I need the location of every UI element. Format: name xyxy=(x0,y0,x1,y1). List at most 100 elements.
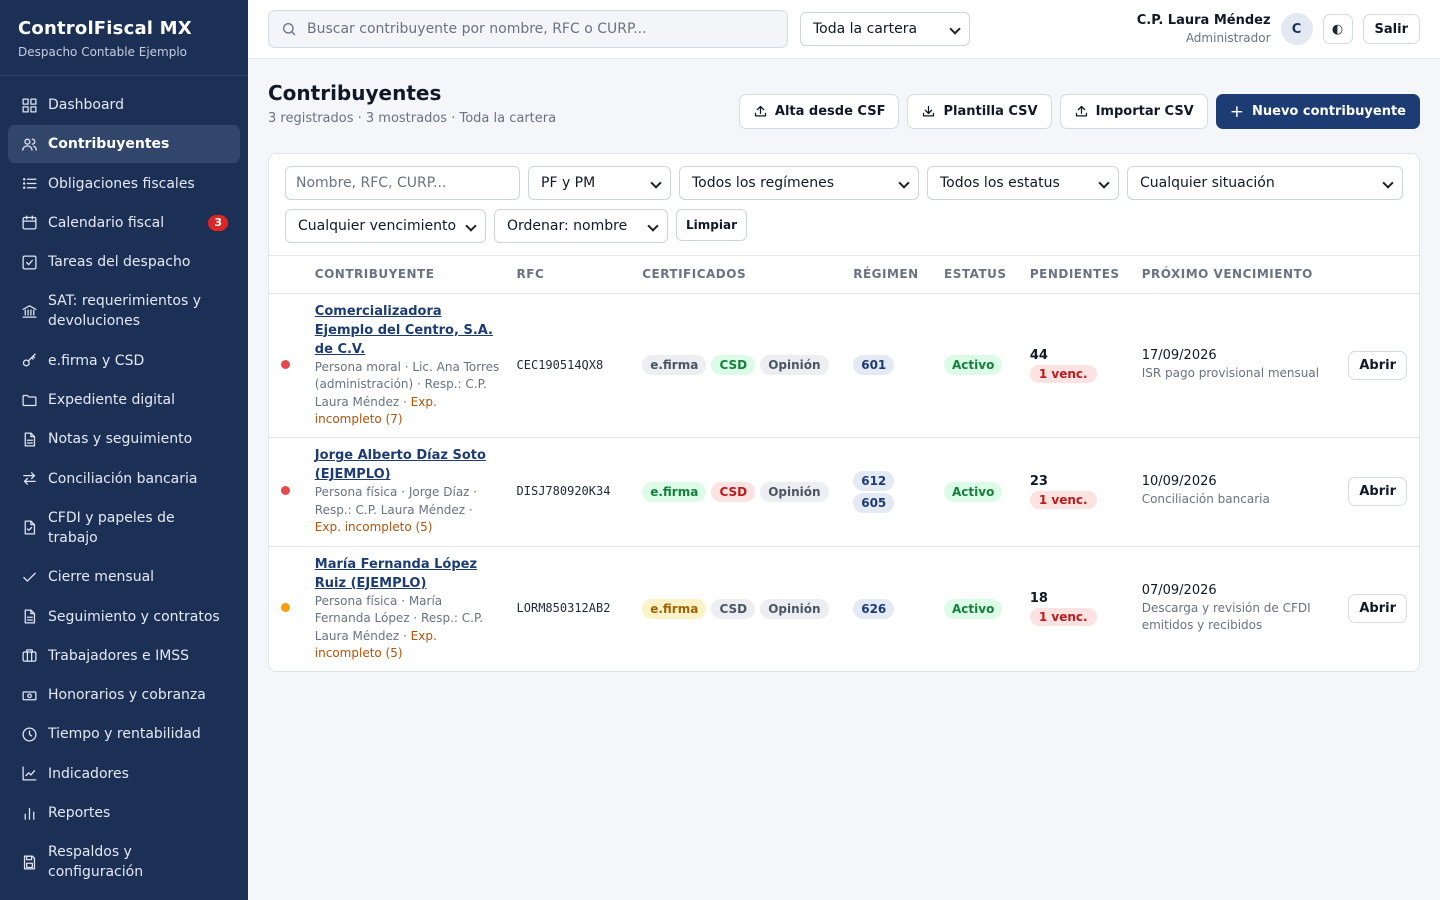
brand-title: ControlFiscal MX xyxy=(18,18,192,39)
scope-select[interactable]: Toda la cartera xyxy=(800,12,970,46)
check-icon xyxy=(20,568,38,586)
open-button[interactable]: Abrir xyxy=(1348,594,1407,624)
sidebar-item-usuarios-y-permisos[interactable]: Usuarios y permisos xyxy=(8,893,240,900)
status-badge: Activo xyxy=(944,481,1003,502)
header-contribuyente[interactable]: Contribuyente xyxy=(306,256,509,294)
sidebar-item-expediente-digital[interactable]: Expediente digital xyxy=(8,381,240,419)
certificate-badge: CSD xyxy=(711,598,756,619)
taxpayer-name-link[interactable]: Jorge Alberto Díaz Soto (EJEMPLO) xyxy=(315,446,501,484)
taxpayer-name-link[interactable]: María Fernanda López Ruiz (EJEMPLO) xyxy=(315,555,501,593)
sidebar-item-contribuyentes[interactable]: Contribuyentes xyxy=(8,125,240,164)
taxpayer-cell: Jorge Alberto Díaz Soto (EJEMPLO) Persona… xyxy=(306,437,509,547)
table-row: Comercializadora Ejemplo del Centro, S.A… xyxy=(269,293,1419,438)
open-button[interactable]: Abrir xyxy=(1348,477,1407,506)
csv-template-label: Plantilla CSV xyxy=(943,104,1038,119)
sidebar-item-label: SAT: requerimientos y devoluciones xyxy=(48,293,201,330)
regime-badge: 601 xyxy=(853,355,895,375)
logout-button[interactable]: Salir xyxy=(1362,14,1420,44)
filter-search-input[interactable] xyxy=(296,175,509,191)
sidebar-item-notas-y-seguimiento[interactable]: Notas y seguimiento xyxy=(8,420,240,458)
sidebar-item-indicadores[interactable]: Indicadores xyxy=(8,755,240,793)
sidebar: ControlFiscal MX Despacho Contable Ejemp… xyxy=(0,0,248,900)
overdue-badge: 1 venc. xyxy=(1029,491,1097,509)
global-search[interactable] xyxy=(268,10,788,48)
certificates-cell: e.firma CSD Opinión xyxy=(634,293,846,438)
header-estatus[interactable]: Estatus xyxy=(936,256,1022,294)
filter-search[interactable] xyxy=(285,166,520,200)
csv-import-button[interactable]: Importar CSV xyxy=(1059,94,1208,129)
global-search-input[interactable] xyxy=(307,21,775,37)
table-body: Comercializadora Ejemplo del Centro, S.A… xyxy=(269,293,1419,671)
sidebar-item-tareas-del-despacho[interactable]: Tareas del despacho xyxy=(8,243,240,281)
row-indicator-cell xyxy=(269,437,307,547)
cash-icon xyxy=(20,686,38,704)
sidebar-item-tiempo-y-rentabilidad[interactable]: Tiempo y rentabilidad xyxy=(8,715,240,753)
incomplete-file-warning: Exp. incompleto (5) xyxy=(314,520,433,535)
header-proximo-vencimiento[interactable]: Próximo vencimiento xyxy=(1133,256,1341,294)
line-chart-icon xyxy=(20,765,38,783)
avatar[interactable]: C xyxy=(1280,13,1313,45)
sidebar-item-label: Contribuyentes xyxy=(48,136,170,153)
pending-count: 44 xyxy=(1029,347,1048,363)
due-select[interactable]: Cualquier vencimiento xyxy=(285,209,486,243)
status-badge: Activo xyxy=(944,355,1003,375)
sidebar-item-reportes[interactable]: Reportes xyxy=(8,794,240,832)
regime-select[interactable]: Todos los regímenes xyxy=(679,166,919,200)
regime-cell: 626 xyxy=(845,546,936,671)
status-cell: Activo xyxy=(936,546,1022,671)
actions-cell: Abrir xyxy=(1340,293,1419,438)
sidebar-item-calendario-fiscal[interactable]: Calendario fiscal 3 xyxy=(8,204,240,242)
upload-icon xyxy=(1075,105,1087,117)
certificate-badge: CSD xyxy=(711,481,756,502)
sidebar-item-label: Obligaciones fiscales xyxy=(48,175,195,192)
page-heading: Contribuyentes 3 registrados · 3 mostrad… xyxy=(268,79,556,126)
sort-select[interactable]: Ordenar: nombre xyxy=(494,209,668,243)
app-shell: ControlFiscal MX Despacho Contable Ejemp… xyxy=(0,0,1440,900)
sidebar-item-seguimiento-y-contratos[interactable]: Seguimiento y contratos xyxy=(8,598,240,636)
rfc-cell: DISJ780920K34 xyxy=(508,437,635,547)
certificate-badge: Opinión xyxy=(760,481,829,502)
taxpayer-meta: Persona moral · Lic. Ana Torres (adminis… xyxy=(315,359,501,429)
sidebar-item-conciliación-bancaria[interactable]: Conciliación bancaria xyxy=(8,460,240,498)
document-icon xyxy=(20,430,38,448)
open-button[interactable]: Abrir xyxy=(1348,350,1407,380)
person-type-select[interactable]: PF y PM xyxy=(528,166,671,200)
pending-count: 23 xyxy=(1029,474,1048,489)
rfc-cell: CEC190514QX8 xyxy=(508,293,635,438)
header-certificados[interactable]: Certificados xyxy=(634,256,846,294)
csf-upload-label: Alta desde CSF xyxy=(774,104,886,119)
sidebar-item-obligaciones-fiscales[interactable]: Obligaciones fiscales xyxy=(8,165,240,203)
sidebar-item-dashboard[interactable]: Dashboard xyxy=(8,86,240,124)
taxpayer-meta-text: Persona física · María Fernanda López · … xyxy=(314,593,484,643)
theme-toggle-icon[interactable]: ◐ xyxy=(1322,14,1353,44)
situation-select[interactable]: Cualquier situación xyxy=(1127,166,1403,200)
due-date: 10/09/2026 xyxy=(1141,474,1217,490)
taxpayer-name-link[interactable]: Comercializadora Ejemplo del Centro, S.A… xyxy=(315,302,501,359)
new-taxpayer-button[interactable]: + Nuevo contribuyente xyxy=(1215,94,1420,129)
due-description: Conciliación bancaria xyxy=(1141,492,1270,507)
brand-subtitle: Despacho Contable Ejemplo xyxy=(18,45,188,59)
briefcase-icon xyxy=(20,647,38,665)
certificates-cell: e.firma CSD Opinión xyxy=(634,437,846,547)
swap-icon xyxy=(20,470,38,488)
sidebar-item-label: Trabajadores e IMSS xyxy=(48,647,190,664)
sidebar-item-cfdi-y-papeles-de-trabajo[interactable]: CFDI y papeles de trabajo xyxy=(8,499,240,557)
status-select[interactable]: Todos los estatus xyxy=(927,166,1119,200)
header-regimen[interactable]: Régimen xyxy=(845,256,937,294)
due-cell: 07/09/2026 Descarga y revisión de CFDI em… xyxy=(1134,546,1341,671)
header-pendientes[interactable]: Pendientes xyxy=(1021,256,1134,294)
clear-filters-button[interactable]: Limpiar xyxy=(676,209,747,241)
sidebar-item-sat-requerimientos-y-devoluciones[interactable]: SAT: requerimientos y devoluciones xyxy=(8,282,240,340)
sidebar-item-honorarios-y-cobranza[interactable]: Honorarios y cobranza xyxy=(8,676,240,714)
sidebar-item-respaldos-y-configuración[interactable]: Respaldos y configuración xyxy=(8,833,240,891)
certificates-cell: e.firma CSD Opinión xyxy=(634,546,845,671)
csv-template-button[interactable]: Plantilla CSV xyxy=(907,94,1052,129)
bar-chart-icon xyxy=(20,804,38,822)
csf-upload-button[interactable]: Alta desde CSF xyxy=(738,94,900,129)
sidebar-item-trabajadores-e-imss[interactable]: Trabajadores e IMSS xyxy=(8,637,240,675)
regime-cell: 612 605 xyxy=(845,437,937,547)
sidebar-item-label: Honorarios y cobranza xyxy=(48,687,206,704)
sidebar-item-e-firma-y-csd[interactable]: e.firma y CSD xyxy=(8,342,240,380)
header-rfc[interactable]: RFC xyxy=(508,256,635,294)
sidebar-item-cierre-mensual[interactable]: Cierre mensual xyxy=(8,558,240,596)
